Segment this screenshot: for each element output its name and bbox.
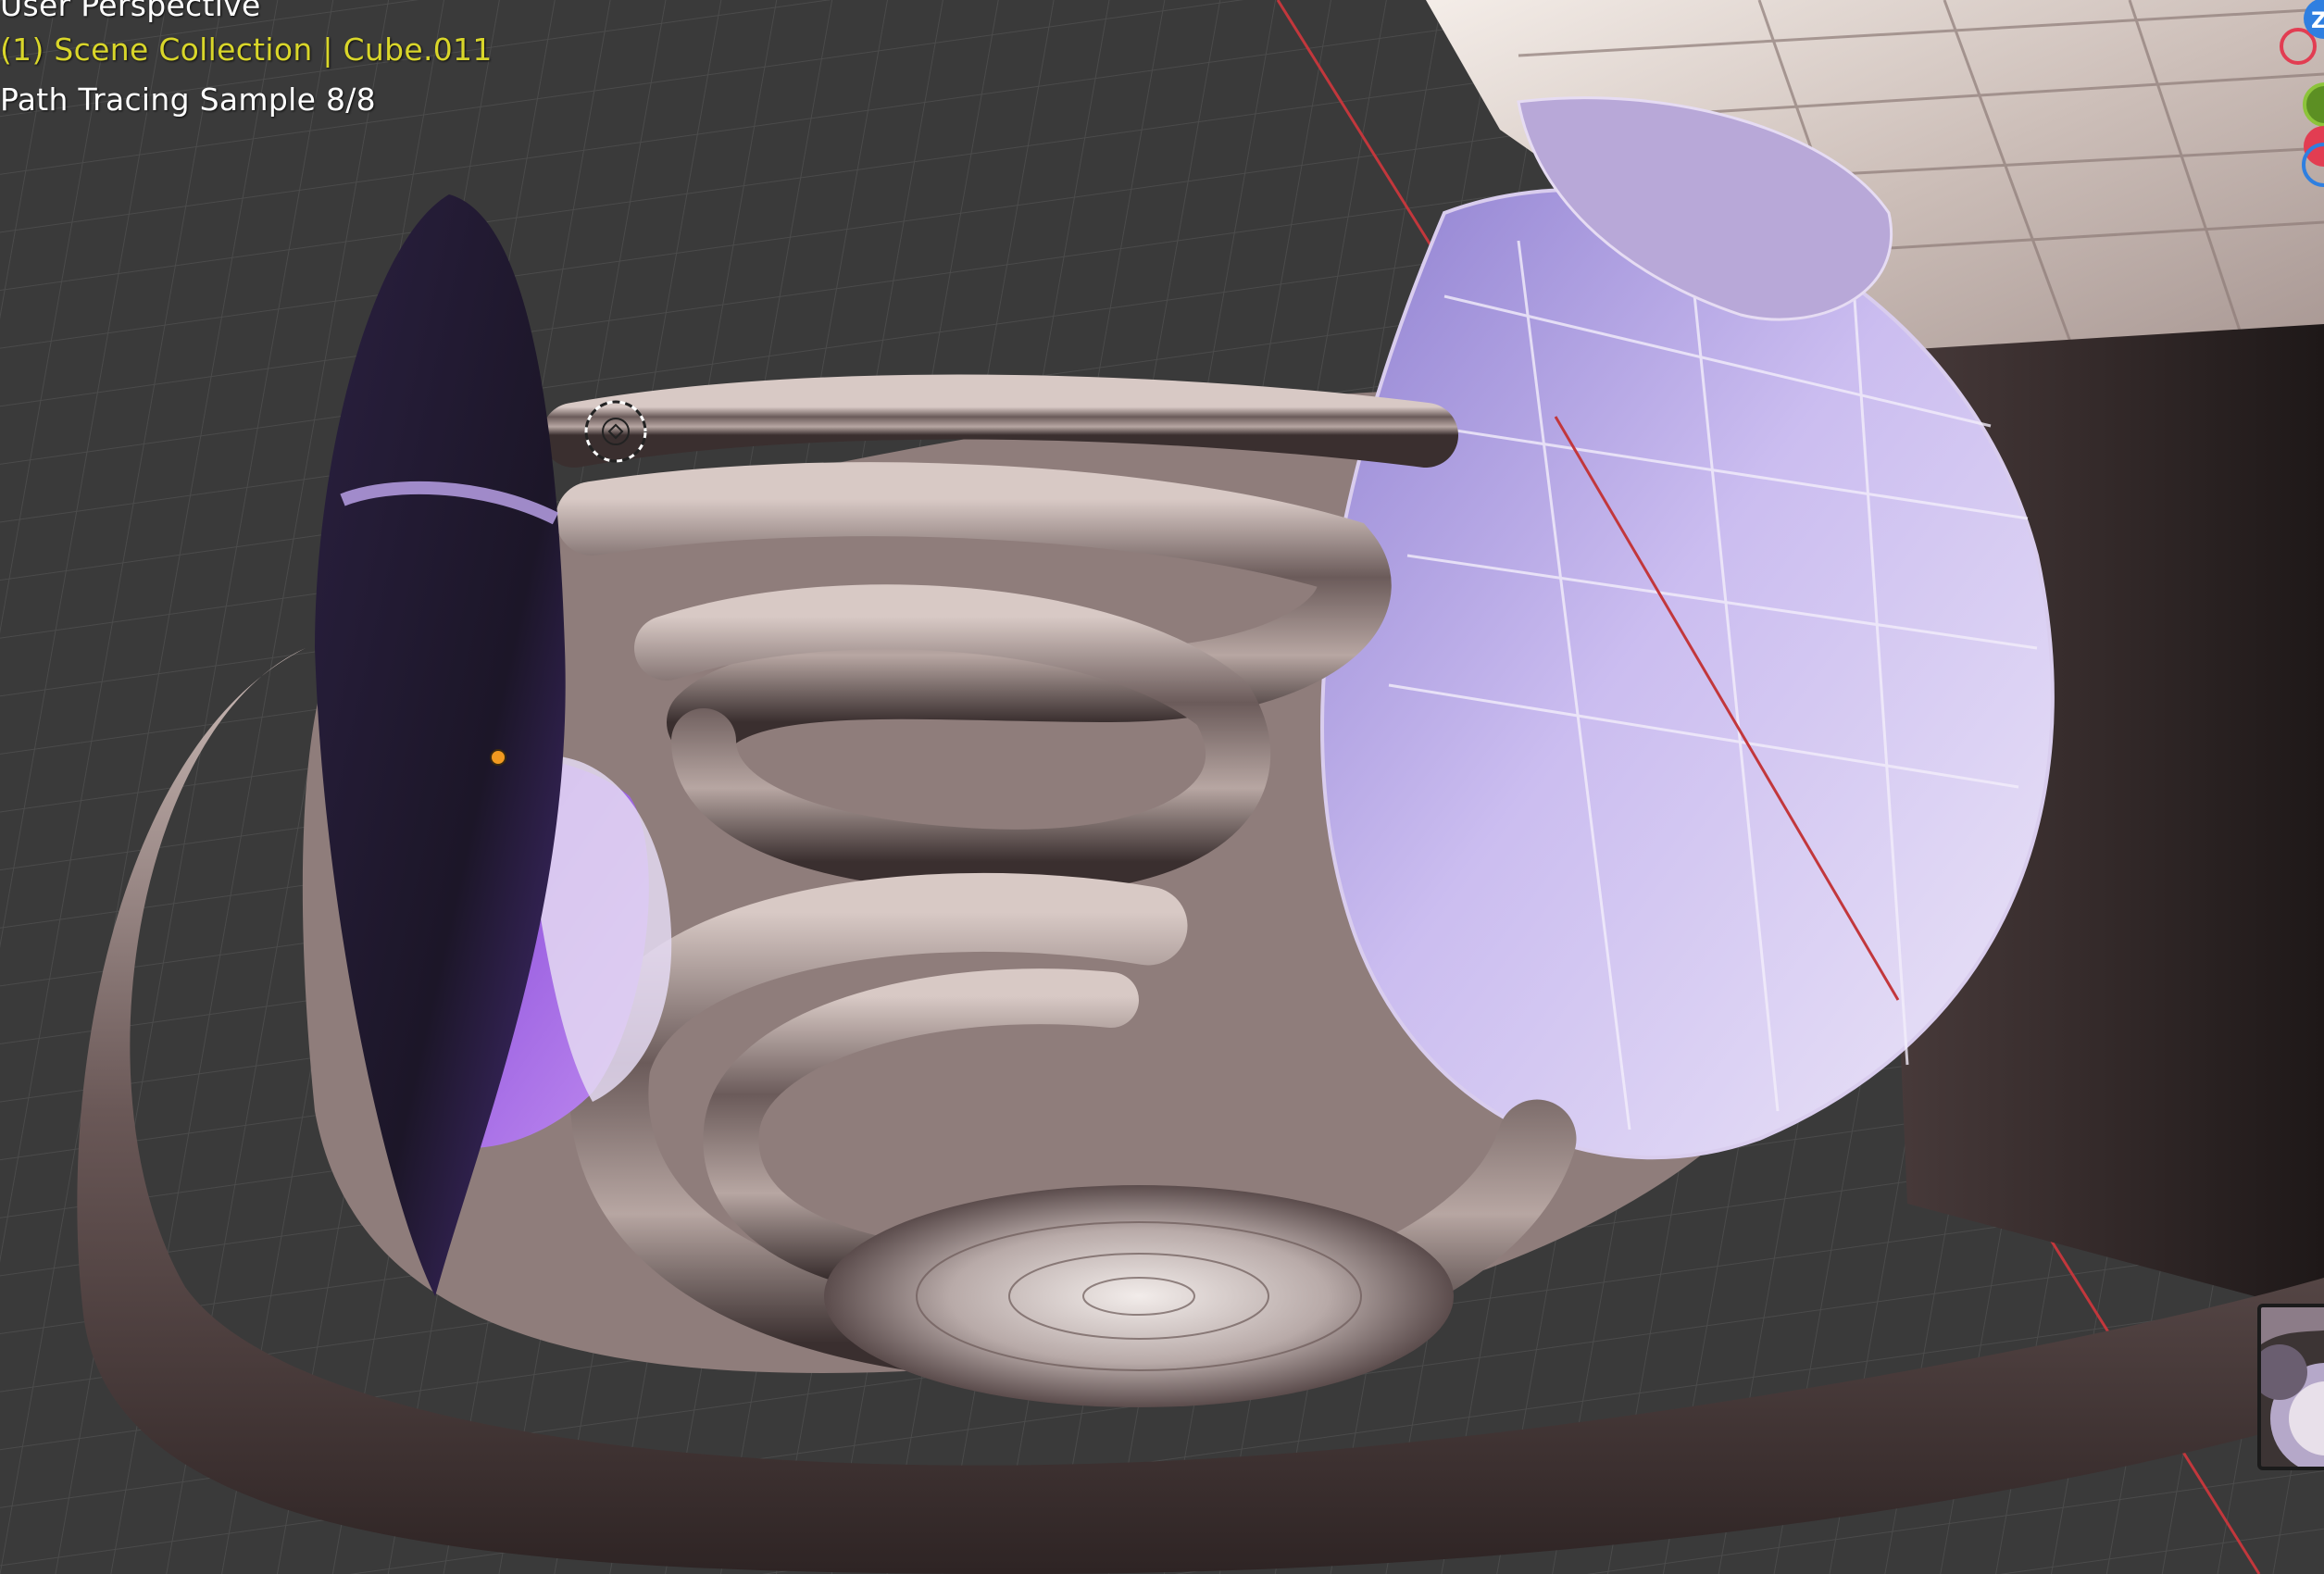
view-name-label: User Perspective [0,0,261,23]
gizmo-y-icon[interactable] [2303,82,2324,127]
navigation-gizmo[interactable]: Z [2259,0,2324,204]
origin-point-icon[interactable] [490,749,506,766]
collection-label: (1) Scene Collection | Cube.011 [0,31,493,68]
3d-viewport[interactable]: User Perspective (1) Scene Collection | … [0,0,2324,1574]
gizmo-neg-x-icon[interactable] [2280,28,2317,65]
viewport-scene [0,0,2324,1574]
thumbnail-image [2261,1307,2324,1467]
render-thumbnail[interactable] [2257,1304,2324,1470]
render-status-label: Path Tracing Sample 8/8 [0,81,376,118]
gizmo-z-label: Z [2311,7,2324,33]
collection-label-text: (1) Scene Collection | Cube.011 [0,31,493,68]
